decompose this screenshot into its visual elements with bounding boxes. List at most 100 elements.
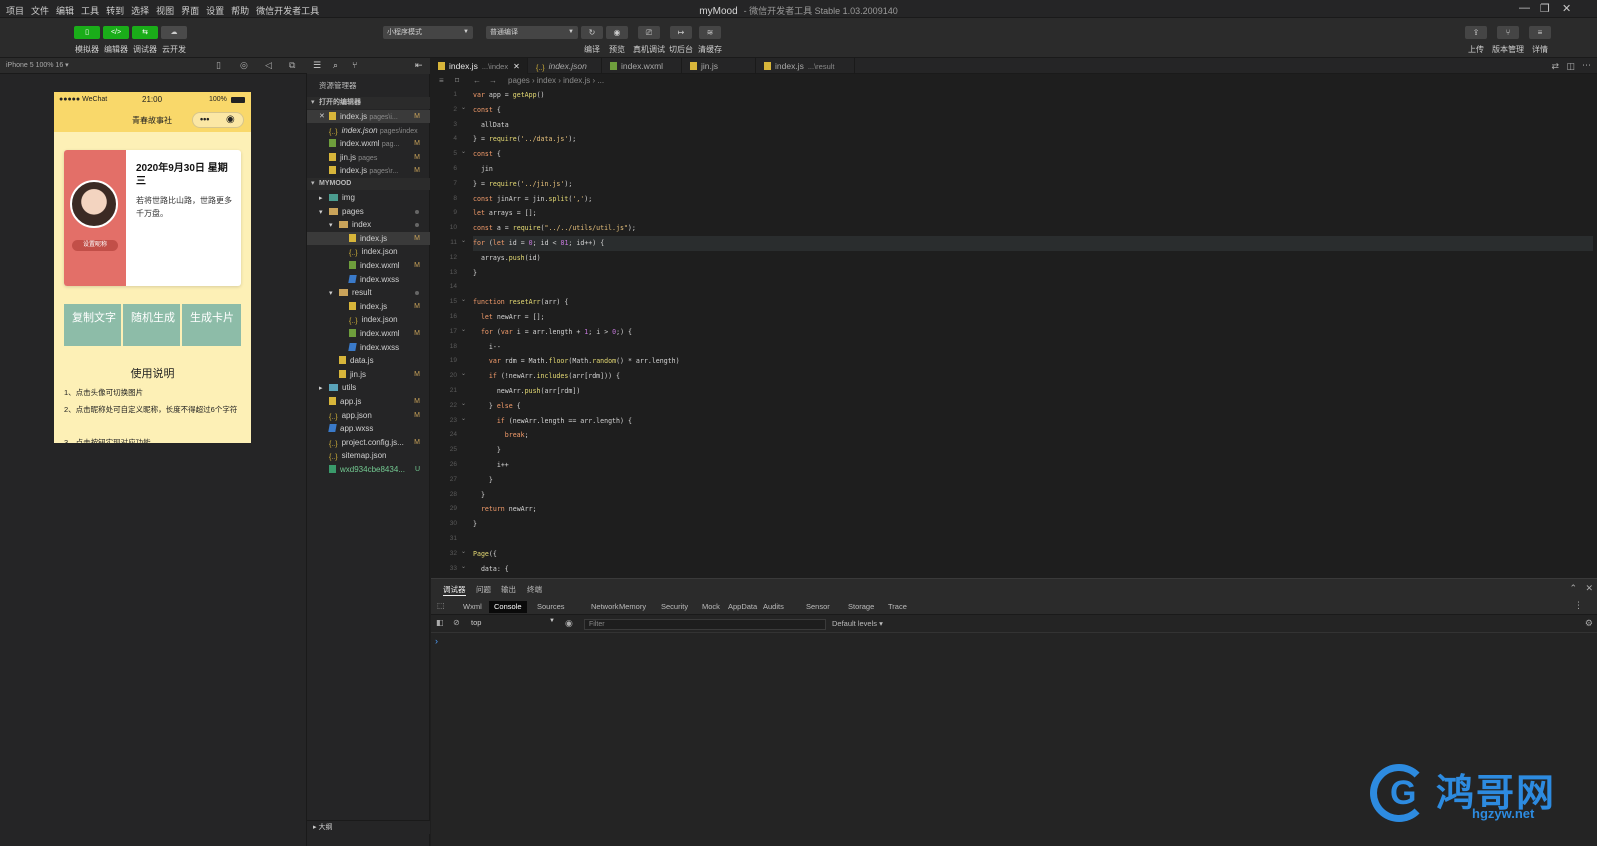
chevron-up-icon[interactable]: ⌃ [1569,583,1577,594]
editor-tab[interactable]: {..} index.json [529,58,602,74]
tree-item[interactable]: index.js M [307,231,430,245]
open-file-item[interactable]: jin.js pages M [307,151,430,164]
devtools-tab-memory[interactable]: Memory [614,601,651,613]
fold-chevron-icon[interactable]: ⌄ [461,400,466,407]
git-icon[interactable]: ⑂ [352,60,357,70]
tree-item[interactable]: jin.js M [307,368,430,381]
console-prompt[interactable]: › [435,636,438,646]
back-icon[interactable]: ← [473,74,481,88]
close-icon[interactable]: ✕ [513,62,520,71]
open-editors-header[interactable]: ▾ 打开的编辑器 [307,97,430,109]
close-mini-icon[interactable]: ◉ [226,114,235,125]
cloud-button[interactable]: ☁ [161,26,187,39]
devtools-tab-security[interactable]: Security [656,601,693,613]
tree-item[interactable]: data.js [307,354,430,367]
editor-tab[interactable]: jin.js [683,58,756,74]
tree-item[interactable]: index.js M [307,300,430,313]
fold-chevron-icon[interactable]: ⌄ [461,415,466,422]
context-select[interactable]: top ▼ [471,618,555,629]
log-levels-select[interactable]: Default levels ▾ [832,619,883,628]
devtools-panel-tab[interactable]: 调试器 [443,584,466,596]
fold-chevron-icon[interactable]: ⌄ [461,563,466,570]
tree-item[interactable]: app.wxss [307,422,430,435]
fold-chevron-icon[interactable]: ⌄ [461,326,466,333]
tree-item[interactable]: index.wxml M [307,327,430,340]
devtools-panel-tab[interactable]: 终端 [527,584,542,595]
open-file-item[interactable]: {..} index.json pages\index [307,124,430,137]
tree-item[interactable]: {..} app.json M [307,409,430,422]
tree-item[interactable]: {..} project.config.js... M [307,436,430,449]
version-icon[interactable]: ⑂ [1497,26,1519,39]
restore-button[interactable]: ❐ [1540,2,1550,15]
popout-icon[interactable]: ⧉ [289,60,295,71]
background-icon[interactable]: ↦ [670,26,692,39]
volume-icon[interactable]: ◁ [265,60,272,71]
generate-card-button[interactable]: 生成卡片 [182,304,241,346]
editor-tab[interactable]: index.wxml [603,58,682,74]
split-icon[interactable]: ◫ [1566,61,1575,72]
devtools-panel-tab[interactable]: 问题 [476,584,491,595]
project-header[interactable]: ▾ MYMOOD [307,178,430,190]
forward-icon[interactable]: → [489,74,497,88]
random-generate-button[interactable]: 随机生成 [123,304,180,346]
tree-item[interactable]: {..} index.json [307,245,430,258]
code-area[interactable]: var app = getApp() const { allData} = req… [473,88,1593,578]
details-icon[interactable]: ≡ [1529,26,1551,39]
clear-console-icon[interactable]: ⊘ [453,618,460,627]
sidebar-icon[interactable]: ◧ [436,618,444,627]
close-icon[interactable]: ✕ [1585,583,1593,594]
tree-item[interactable]: ▾ result [307,286,430,299]
real-debug-icon[interactable]: ⎚ [638,26,660,39]
search-icon[interactable]: ⌕ [333,60,338,71]
clear-cache-icon[interactable]: ≋ [699,26,721,39]
tree-item[interactable]: app.js M [307,395,430,408]
list-icon[interactable]: ≡ [439,74,444,88]
compile-icon[interactable]: ↻ [581,26,603,39]
collapse-icon[interactable]: ⇤ [415,60,423,71]
open-file-item[interactable]: ✕ index.js pages\i... M [307,110,430,123]
gear-icon[interactable]: ⚙ [1585,618,1593,629]
phone-icon[interactable]: ▯ [216,60,221,71]
editor-tab[interactable]: index.js ...\index ✕ [431,58,528,74]
fold-chevron-icon[interactable]: ⌄ [461,237,466,244]
open-file-item[interactable]: index.js pages\r... M [307,164,430,177]
preview-icon[interactable]: ◉ [606,26,628,39]
tree-item[interactable]: index.wxml M [307,259,430,272]
bookmark-icon[interactable]: ⌑ [455,74,459,88]
more-actions-icon[interactable]: ⋯ [1582,60,1591,71]
fold-chevron-icon[interactable]: ⌄ [461,548,466,555]
tree-item[interactable]: {..} index.json [307,313,430,326]
devtools-tab-sources[interactable]: Sources [532,601,570,613]
tree-item[interactable]: ▸ img [307,191,430,204]
kebab-icon[interactable]: ⋮ [1574,600,1583,611]
tree-item[interactable]: ▸ utils [307,381,430,394]
devtools-tab-sensor[interactable]: Sensor [801,601,835,613]
copy-text-button[interactable]: 复制文字 [64,304,121,346]
fold-chevron-icon[interactable]: ⌄ [461,104,466,111]
tree-item[interactable]: index.wxss [307,273,430,286]
tree-item[interactable]: index.wxss [307,341,430,354]
avatar[interactable] [70,180,118,228]
outline-section[interactable]: ▸ 大纲 [307,820,430,834]
device-select[interactable]: iPhone 5 100% 16 ▾ [6,61,69,69]
compile-select[interactable]: 普通编译 ▼ [486,26,578,39]
devtools-tab-storage[interactable]: Storage [843,601,879,613]
devtools-tab-wxml[interactable]: Wxml [458,601,487,613]
tree-item[interactable]: {..} sitemap.json [307,449,430,462]
upload-icon[interactable]: ⇪ [1465,26,1487,39]
devtools-tab-console[interactable]: Console [489,601,527,613]
breadcrumb-path[interactable]: pages › index › index.js › ... [508,74,604,88]
devtools-tab-trace[interactable]: Trace [883,601,912,613]
filter-input[interactable]: Filter [584,619,826,630]
simulator-toggle[interactable]: ▯ [74,26,100,39]
devtools-tab-appdata[interactable]: AppData [723,601,762,613]
editor-toggle[interactable]: </> [103,26,129,39]
open-file-item[interactable]: index.wxml pag... M [307,137,430,150]
compare-icon[interactable]: ⇄ [1551,61,1559,72]
tree-item[interactable]: ▾ index [307,218,430,231]
record-icon[interactable]: ◎ [240,60,248,71]
fold-chevron-icon[interactable]: ⌄ [461,148,466,155]
close-window-button[interactable]: ✕ [1562,2,1571,15]
close-icon[interactable]: ✕ [319,110,325,123]
mode-select[interactable]: 小程序模式 ▼ [383,26,473,39]
